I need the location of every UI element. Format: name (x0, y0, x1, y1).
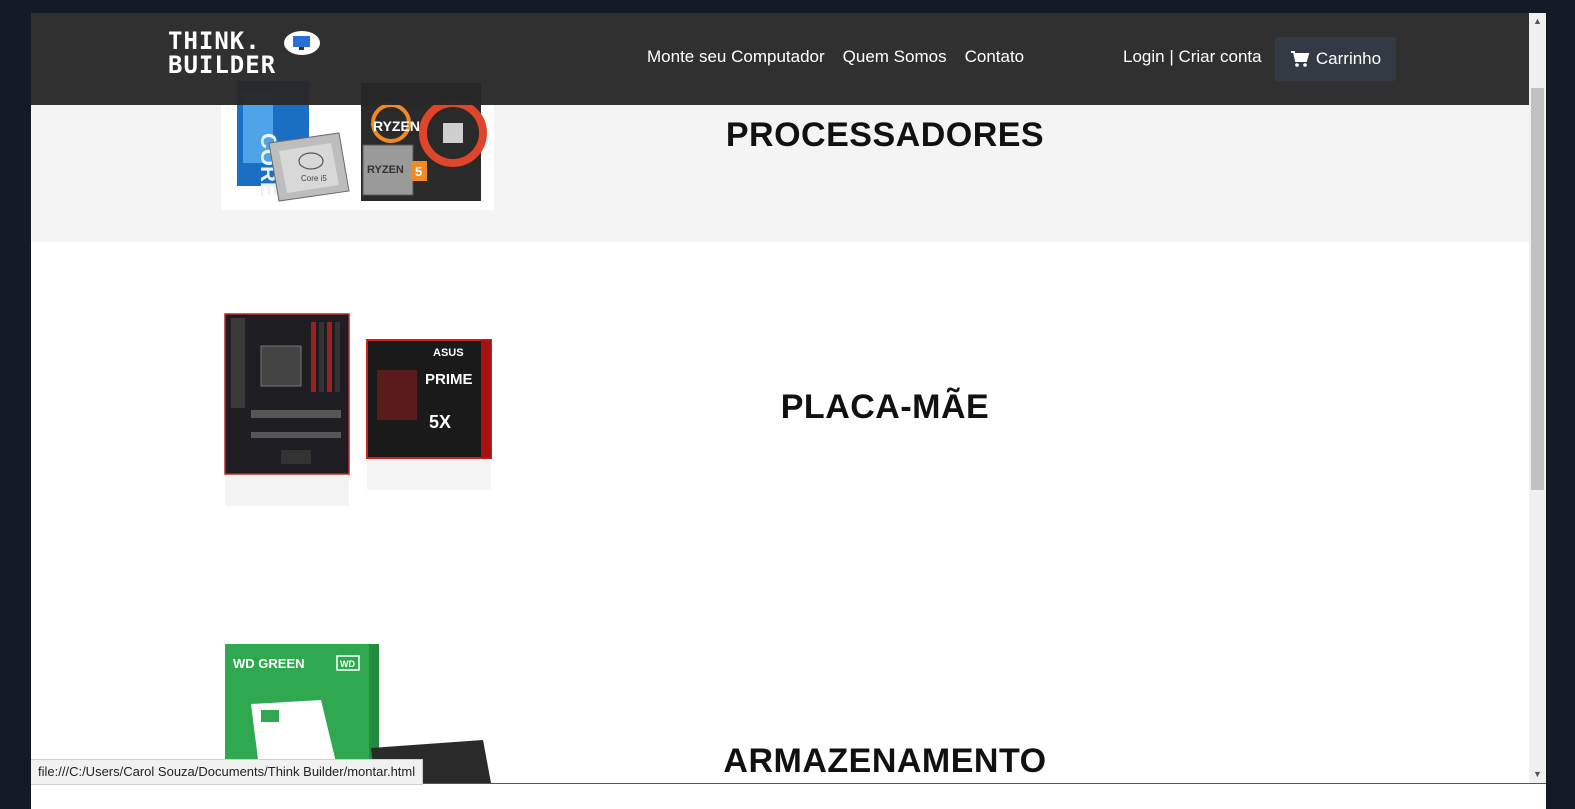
nav-contato[interactable]: Contato (965, 47, 1025, 67)
logo-line-1: THINK. (168, 27, 261, 55)
svg-text:WD: WD (340, 659, 355, 669)
svg-text:WD GREEN: WD GREEN (233, 656, 305, 671)
svg-text:5: 5 (415, 164, 422, 179)
vertical-scrollbar[interactable]: ▲ ▼ (1529, 13, 1546, 783)
scroll-down-arrow-icon[interactable]: ▼ (1529, 766, 1546, 783)
scroll-up-arrow-icon[interactable]: ▲ (1529, 13, 1546, 30)
shopping-cart-icon (1290, 51, 1310, 67)
cart-label: Carrinho (1315, 49, 1382, 68)
browser-status-bar: file:///C:/Users/Carol Souza/Documents/T… (31, 759, 424, 785)
category-title: PROCESSADORES (725, 116, 1045, 154)
page-viewport: CORE Core i5 RYZEN RYZEN 5 PROCESSADORES (31, 13, 1529, 783)
login-signup-link[interactable]: Login | Criar conta (1123, 47, 1262, 67)
svg-text:ASUS: ASUS (433, 347, 464, 359)
nav-quem-somos[interactable]: Quem Somos (843, 47, 947, 67)
nav-monte-seu-computador[interactable]: Monte seu Computador (647, 47, 825, 67)
category-title: PLACA-MÃE (780, 388, 990, 426)
logo-text: THINK. BUILDER (168, 29, 276, 77)
bottom-strip (31, 783, 1546, 809)
cart-button[interactable]: Carrinho (1275, 37, 1396, 81)
svg-text:Core i5: Core i5 (301, 174, 327, 183)
svg-text:RYZEN: RYZEN (367, 164, 404, 176)
svg-text:PRIME: PRIME (425, 371, 473, 388)
logo-line-2: BUILDER (168, 51, 277, 79)
think-builder-logo[interactable]: THINK. BUILDER (168, 29, 323, 87)
category-placa-mae[interactable]: ASUS PRIME 5X PLACA-MÃE (31, 242, 1529, 572)
cloud-computer-icon (284, 31, 320, 55)
main-nav: Monte seu Computador Quem Somos Contato (647, 47, 1024, 67)
category-armazenamento[interactable]: WD GREEN WD ARMAZENAMENTO (31, 572, 1529, 783)
navbar: THINK. BUILDER Monte seu Computador Quem… (31, 13, 1529, 105)
scroll-thumb[interactable] (1531, 88, 1544, 490)
